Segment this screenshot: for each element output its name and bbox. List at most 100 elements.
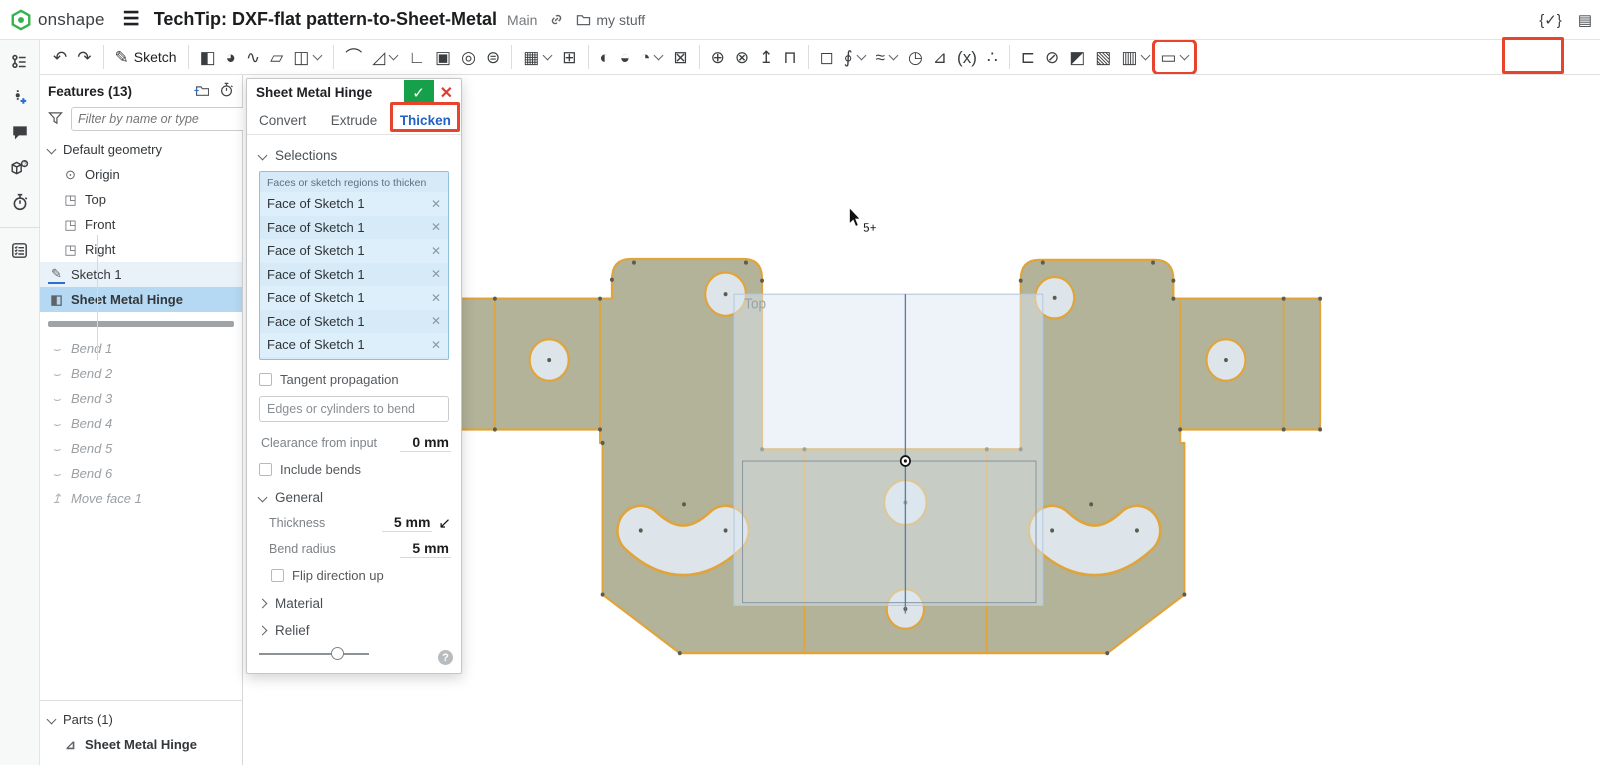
bend-button[interactable]: ∟ bbox=[404, 43, 429, 71]
history-icon[interactable] bbox=[219, 82, 234, 100]
variable-button[interactable]: (x) bbox=[953, 43, 981, 71]
group-chevron-icon[interactable] bbox=[47, 145, 57, 155]
edges-to-bend-input[interactable]: Edges or cylinders to bend bbox=[259, 396, 449, 422]
new-folder-icon[interactable] bbox=[193, 83, 209, 100]
boolean-button[interactable]: ◐ bbox=[596, 43, 614, 71]
part-info-icon[interactable]: ? bbox=[6, 153, 34, 181]
flat-pattern-view-button[interactable]: ▭ bbox=[1156, 43, 1193, 71]
origin-marker[interactable] bbox=[901, 456, 910, 466]
sheet-metal-table-button[interactable]: ▥ bbox=[1117, 43, 1154, 71]
projected-curve-button[interactable]: ⊿ bbox=[929, 43, 951, 71]
document-title[interactable]: TechTip: DXF-flat pattern-to-Sheet-Metal bbox=[154, 9, 497, 30]
pattern-studio-button[interactable]: ∴ bbox=[983, 43, 1002, 71]
help-icon[interactable]: ? bbox=[438, 650, 453, 665]
custom-feature-script-icon[interactable]: {✓} bbox=[1539, 11, 1562, 29]
loft-button[interactable]: ▱ bbox=[266, 43, 287, 71]
remove-face-icon[interactable]: ✕ bbox=[431, 220, 441, 234]
draft-button[interactable]: ◿ bbox=[368, 43, 402, 71]
flip-direction-checkbox[interactable] bbox=[271, 569, 284, 582]
tab-extrude[interactable]: Extrude bbox=[318, 113, 389, 128]
tangent-propagation-row[interactable]: Tangent propagation bbox=[259, 368, 451, 392]
remove-face-icon[interactable]: ✕ bbox=[431, 338, 441, 352]
accept-button[interactable]: ✓ bbox=[404, 80, 434, 105]
cylinder-button[interactable]: ⊜ bbox=[482, 43, 504, 71]
tab-thicken[interactable]: Thicken bbox=[390, 113, 461, 128]
sheet-metal-model-button[interactable]: ⊏ bbox=[1017, 43, 1039, 71]
main-menu-icon[interactable]: ☰ bbox=[123, 8, 140, 31]
feature-row-front[interactable]: ◳Front bbox=[40, 212, 242, 237]
face-selection-row[interactable]: Face of Sketch 1✕ bbox=[260, 216, 448, 240]
delete-face-button[interactable]: ⊠ bbox=[669, 43, 691, 71]
modify-fillet-button[interactable]: ◔ bbox=[636, 43, 667, 71]
flip-direction-icon[interactable]: ↙ bbox=[438, 514, 451, 532]
fillet-button[interactable]: ⌒ bbox=[341, 43, 366, 71]
part-item-row[interactable]: ⊿ Sheet Metal Hinge bbox=[40, 732, 242, 757]
pattern-button[interactable]: ▦ bbox=[519, 43, 556, 71]
include-bends-checkbox[interactable] bbox=[259, 463, 272, 476]
slider-knob[interactable] bbox=[331, 647, 344, 660]
opacity-slider[interactable] bbox=[259, 647, 369, 661]
feature-row-bend-5[interactable]: ⌣Bend 5 bbox=[40, 436, 242, 461]
branch-label[interactable]: Main bbox=[507, 12, 537, 28]
spec-list-icon[interactable] bbox=[6, 236, 34, 264]
feature-row-sketch-1[interactable]: ✎Sketch 1 bbox=[40, 262, 242, 287]
undo-button[interactable]: ↶ bbox=[49, 43, 71, 71]
feature-row-origin[interactable]: ⊙Origin bbox=[40, 162, 242, 187]
feature-row-bend-6[interactable]: ⌣Bend 6 bbox=[40, 461, 242, 486]
face-selection-row[interactable]: Face of Sketch 1✕ bbox=[260, 263, 448, 287]
feature-row-bend-1[interactable]: ⌣Bend 1 bbox=[40, 336, 242, 361]
sweep-button[interactable]: ∿ bbox=[242, 43, 264, 71]
tab-convert[interactable]: Convert bbox=[247, 113, 318, 128]
bend-radius-value[interactable]: 5 mm bbox=[400, 540, 451, 558]
workspace-label[interactable]: my stuff bbox=[596, 12, 645, 28]
tangent-propagation-checkbox[interactable] bbox=[259, 373, 272, 386]
general-section-header[interactable]: General bbox=[257, 486, 451, 510]
move-face-button[interactable]: ⊕ bbox=[707, 43, 729, 71]
extrude-button[interactable]: ◧ bbox=[196, 43, 220, 71]
composite-curve-button[interactable]: ◷ bbox=[904, 43, 927, 71]
flat-pattern-view-button-dropdown-icon[interactable] bbox=[1180, 51, 1190, 61]
transform-button[interactable]: ↥ bbox=[755, 43, 777, 71]
pattern-button-dropdown-icon[interactable] bbox=[543, 51, 553, 61]
sheet-metal-corner-button[interactable]: ◩ bbox=[1065, 43, 1089, 71]
remove-face-icon[interactable]: ✕ bbox=[431, 267, 441, 281]
thicken-button-dropdown-icon[interactable] bbox=[313, 51, 323, 61]
feature-row-top[interactable]: ◳Top bbox=[40, 187, 242, 212]
selections-section-header[interactable]: Selections bbox=[257, 143, 451, 167]
feature-row-bend-4[interactable]: ⌣Bend 4 bbox=[40, 411, 242, 436]
feature-row-bend-2[interactable]: ⌣Bend 2 bbox=[40, 361, 242, 386]
plane-button[interactable]: ◻ bbox=[816, 43, 838, 71]
sheet-metal-end-button[interactable]: ⊘ bbox=[1041, 43, 1063, 71]
draft-button-dropdown-icon[interactable] bbox=[389, 51, 399, 61]
remove-face-icon[interactable]: ✕ bbox=[431, 197, 441, 211]
feature-row-right[interactable]: ◳Right bbox=[40, 237, 242, 262]
filter-input[interactable] bbox=[71, 107, 248, 131]
top-plane[interactable] bbox=[734, 294, 1043, 605]
flip-direction-row[interactable]: Flip direction up bbox=[259, 564, 451, 588]
shell-button[interactable]: ▣ bbox=[431, 43, 455, 71]
remove-face-icon[interactable]: ✕ bbox=[431, 291, 441, 305]
spline-button-dropdown-icon[interactable] bbox=[888, 51, 898, 61]
offset-surface-button[interactable]: ⊓ bbox=[779, 43, 800, 71]
feature-spec-list-icon[interactable]: ▤ bbox=[1578, 11, 1592, 29]
mirror-button[interactable]: ⊞ bbox=[558, 43, 580, 71]
feature-row-bend-3[interactable]: ⌣Bend 3 bbox=[40, 386, 242, 411]
face-selection-row[interactable]: Face of Sketch 1✕ bbox=[260, 192, 448, 216]
helix-button[interactable]: ∮ bbox=[840, 43, 870, 71]
sketch-button[interactable]: ✎Sketch bbox=[111, 43, 181, 71]
face-selection-row[interactable]: Face of Sketch 1✕ bbox=[260, 239, 448, 263]
feature-row-move-face-1[interactable]: ↥Move face 1 bbox=[40, 486, 242, 511]
remove-face-icon[interactable]: ✕ bbox=[431, 314, 441, 328]
share-link-icon[interactable] bbox=[549, 12, 564, 27]
face-selection-row[interactable]: Face of Sketch 1✕ bbox=[260, 310, 448, 334]
parts-group-row[interactable]: Parts (1) bbox=[40, 707, 242, 732]
face-selection-row[interactable]: Face of Sketch 1✕ bbox=[260, 333, 448, 357]
feature-list-toggle-icon[interactable] bbox=[6, 48, 34, 76]
hole-button[interactable]: ◎ bbox=[457, 43, 480, 71]
thickness-value[interactable]: 5 mm bbox=[382, 514, 433, 532]
sheet-metal-table-button-dropdown-icon[interactable] bbox=[1141, 51, 1151, 61]
modify-fillet-button-dropdown-icon[interactable] bbox=[654, 51, 664, 61]
spline-button[interactable]: ≈ bbox=[872, 43, 902, 71]
rollback-bar[interactable] bbox=[48, 321, 234, 327]
material-section-header[interactable]: Material bbox=[257, 592, 451, 616]
